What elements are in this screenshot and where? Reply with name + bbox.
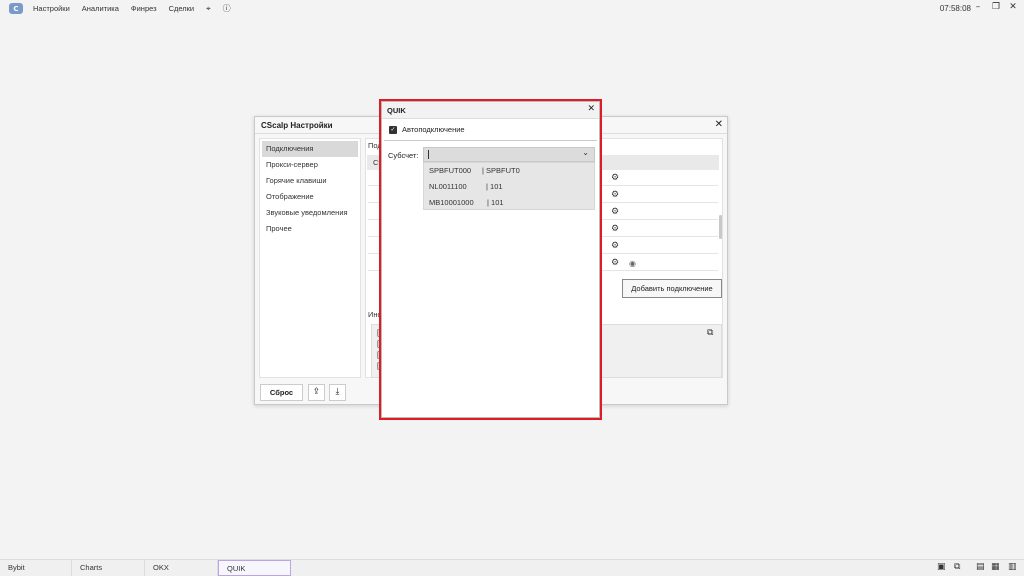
taskbar: Bybit Charts OKX QUIK ▣ ⧉ ▤ ▦ ▥ [0,559,1024,576]
menu-settings[interactable]: Настройки [33,4,70,13]
option-name[interactable]: MB10001000 [429,195,474,211]
screen-icon[interactable]: ▣ [937,562,946,572]
upload-icon[interactable]: ⇪ [308,384,325,401]
menu-analytics[interactable]: Аналитика [82,4,119,13]
pin-off-icon[interactable]: ⌖ [206,4,211,14]
clock: 07:58:08 [939,4,971,13]
tab-quik[interactable]: QUIK [218,560,291,576]
gear-icon[interactable]: ⚙ [611,224,619,234]
gear-icon[interactable]: ⚙ [611,207,619,217]
window-icon[interactable]: ⧉ [954,562,960,572]
option-name[interactable]: SPBFUT000 [429,163,471,179]
auto-connect-checkbox[interactable]: ✓ [389,125,397,134]
option-name[interactable]: NL0011100 [429,179,467,195]
sidebar-item-proxy[interactable]: Прокси-сервер [260,157,360,173]
sidebar-item-display[interactable]: Отображение [260,189,360,205]
download-icon[interactable]: ⤓ [329,384,346,401]
text-cursor [428,150,429,159]
tab-charts[interactable]: Charts [72,560,145,576]
menubar: C Настройки Аналитика Финрез Сделки ⌖ ⓘ … [0,0,1024,17]
divider [384,140,597,141]
quik-dialog: QUIK ✕ ✓ Автоподключение Субсчет: ⌄ SPBF… [379,99,602,420]
sidebar-item-connections[interactable]: Подключения [262,141,358,157]
eye-icon[interactable]: ◉ [629,259,636,268]
sidebar-item-sound[interactable]: Звуковые уведомления [260,205,360,221]
menu-deals[interactable]: Сделки [169,4,195,13]
quik-close-icon[interactable]: ✕ [587,104,595,114]
settings-close-icon[interactable]: ✕ [715,119,723,130]
gear-icon[interactable]: ⚙ [611,241,619,251]
grid-icon[interactable]: ▦ [991,562,1000,572]
copy-icon[interactable]: ⧉ [707,328,713,338]
scrollbar[interactable] [719,215,722,239]
menu-finrez[interactable]: Финрез [131,4,157,13]
gear-icon[interactable]: ⚙ [611,190,619,200]
auto-connect-label: Автоподключение [402,125,465,134]
app-logo-icon[interactable]: C [9,3,23,14]
settings-sidebar: Подключения Прокси-сервер Горячие клавиш… [259,138,361,378]
gear-icon[interactable]: ⚙ [611,258,619,268]
auto-connect-row[interactable]: ✓ Автоподключение [389,125,465,134]
close-icon[interactable]: ✕ [1007,2,1019,12]
subaccount-select[interactable]: ⌄ [423,147,595,162]
subaccount-dropdown: SPBFUT000 | SPBFUT0 NL0011100 | 101 MB10… [423,162,595,210]
reset-button[interactable]: Сброс [260,384,303,401]
sidebar-item-other[interactable]: Прочее [260,221,360,237]
add-connection-button[interactable]: Добавить подключение [622,279,722,298]
option-account[interactable]: | 101 [486,179,503,195]
list-icon[interactable]: ▤ [976,562,985,572]
help-icon[interactable]: ⓘ [223,3,231,14]
quik-title: QUIK [382,102,599,119]
tab-bybit[interactable]: Bybit [0,560,72,576]
minimize-icon[interactable]: – [972,2,984,12]
tab-okx[interactable]: OKX [145,560,218,576]
gear-icon[interactable]: ⚙ [611,173,619,183]
restore-icon[interactable]: ❐ [990,2,1002,12]
subaccount-label: Субсчет: [388,151,419,160]
option-account[interactable]: | 101 [487,195,504,211]
layout-icon[interactable]: ▥ [1008,562,1017,572]
option-account[interactable]: | SPBFUT0 [482,163,520,179]
chevron-down-icon[interactable]: ⌄ [582,148,589,157]
sidebar-item-hotkeys[interactable]: Горячие клавиши [260,173,360,189]
